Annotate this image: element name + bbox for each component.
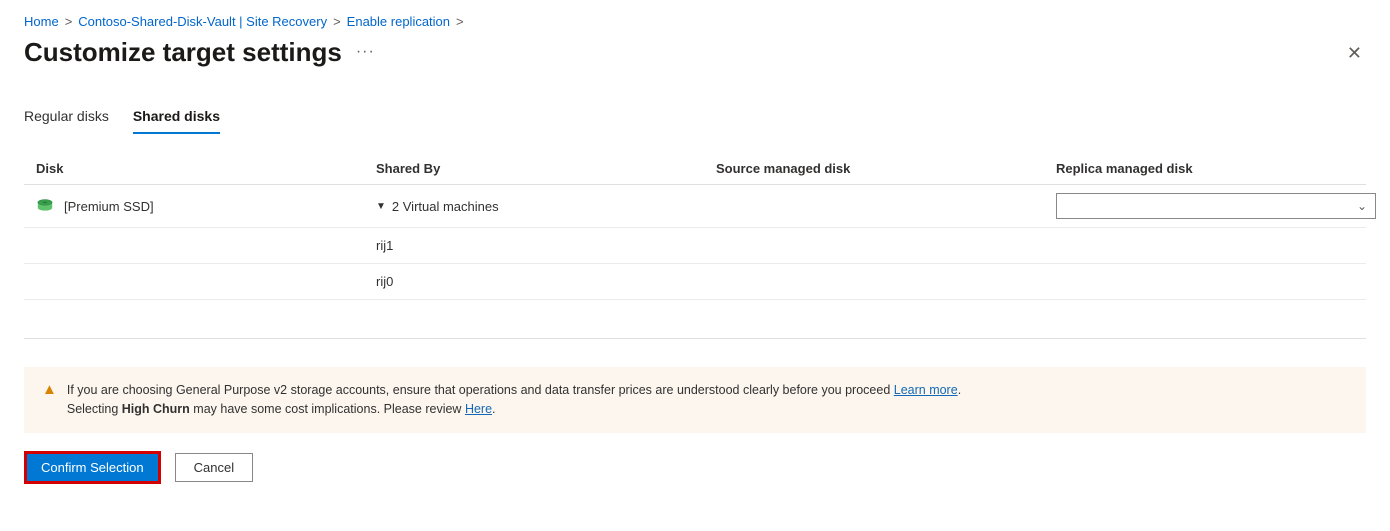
- warning-text: If you are choosing General Purpose v2 s…: [67, 381, 961, 419]
- disk-icon: [36, 197, 54, 215]
- learn-more-link[interactable]: Learn more: [894, 383, 958, 397]
- close-icon[interactable]: ✕: [1343, 42, 1366, 64]
- breadcrumb-sep-1: >: [65, 14, 73, 29]
- table-header: Disk Shared By Source managed disk Repli…: [24, 153, 1366, 185]
- breadcrumb-home[interactable]: Home: [24, 14, 59, 29]
- breadcrumb-sep-2: >: [333, 14, 341, 29]
- title-row: Customize target settings ··· ✕: [24, 37, 1366, 68]
- table-row: [Premium SSD] ▼ 2 Virtual machines ⌄: [24, 185, 1366, 228]
- breadcrumb-vault[interactable]: Contoso-Shared-Disk-Vault | Site Recover…: [78, 14, 327, 29]
- disk-cell: [Premium SSD]: [36, 197, 376, 215]
- breadcrumb-sep-3: >: [456, 14, 464, 29]
- more-actions-icon[interactable]: ···: [356, 43, 375, 63]
- tab-regular-disks[interactable]: Regular disks: [24, 108, 109, 134]
- warning-banner: ▲ If you are choosing General Purpose v2…: [24, 367, 1366, 433]
- tab-shared-disks[interactable]: Shared disks: [133, 108, 220, 134]
- col-replica-managed-disk: Replica managed disk: [1056, 161, 1354, 176]
- footer-area: ▲ If you are choosing General Purpose v2…: [24, 338, 1366, 494]
- replica-managed-disk-cell: ⌄: [1056, 193, 1376, 219]
- here-link[interactable]: Here: [465, 402, 492, 416]
- col-shared-by: Shared By: [376, 161, 716, 176]
- chevron-down-icon: ⌄: [1357, 199, 1367, 213]
- disks-table: Disk Shared By Source managed disk Repli…: [24, 153, 1366, 300]
- vm-name: rij0: [376, 274, 716, 289]
- chevron-down-icon: ▼: [376, 201, 386, 212]
- shared-by-cell[interactable]: ▼ 2 Virtual machines: [376, 199, 716, 214]
- replica-managed-disk-select[interactable]: ⌄: [1056, 193, 1376, 219]
- shared-by-count: 2 Virtual machines: [392, 199, 499, 214]
- col-source-managed-disk: Source managed disk: [716, 161, 1056, 176]
- warning-icon: ▲: [42, 381, 57, 399]
- tabs: Regular disks Shared disks: [24, 108, 1366, 135]
- breadcrumb-enable[interactable]: Enable replication: [347, 14, 450, 29]
- action-row: Confirm Selection Cancel: [24, 451, 1366, 494]
- high-churn-label: High Churn: [122, 402, 190, 416]
- page-title: Customize target settings: [24, 37, 342, 68]
- cancel-button[interactable]: Cancel: [175, 453, 253, 482]
- table-row: rij1: [24, 228, 1366, 264]
- confirm-selection-button[interactable]: Confirm Selection: [24, 451, 161, 484]
- disk-label: [Premium SSD]: [64, 199, 154, 214]
- col-disk: Disk: [36, 161, 376, 176]
- breadcrumb: Home > Contoso-Shared-Disk-Vault | Site …: [24, 14, 1366, 29]
- table-row: rij0: [24, 264, 1366, 300]
- page-root: Home > Contoso-Shared-Disk-Vault | Site …: [0, 0, 1390, 494]
- vm-name: rij1: [376, 238, 716, 253]
